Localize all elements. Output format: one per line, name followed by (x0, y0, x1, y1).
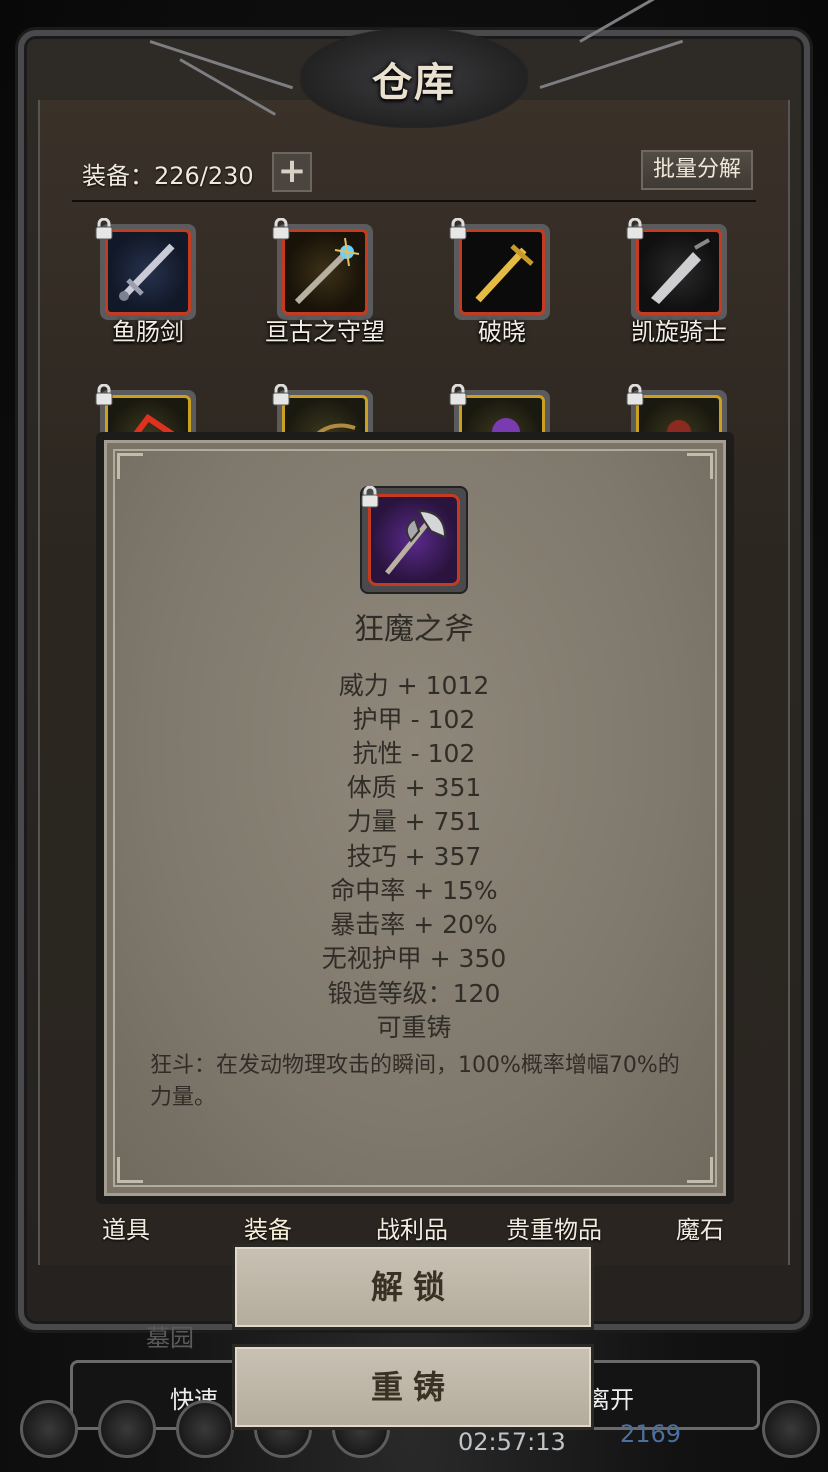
lock-icon (95, 384, 113, 406)
gear-icon[interactable] (20, 1400, 78, 1458)
tab-equipment[interactable]: 装备 (244, 1210, 292, 1245)
detail-item-slot (360, 486, 468, 594)
window-title: 仓库 (372, 59, 456, 106)
staff-icon (282, 229, 368, 315)
equipment-capacity: 装备：226/230 (82, 162, 254, 190)
header-divider (72, 200, 756, 202)
lock-icon (626, 384, 644, 406)
lock-icon (626, 218, 644, 240)
corner-ornament (117, 453, 143, 479)
stat-line: 锻造等级：120 (327, 979, 501, 1008)
item-slot[interactable] (95, 218, 196, 320)
location-label: 墓园 (146, 1324, 194, 1352)
stat-line: 体质 + 351 (346, 773, 482, 802)
reforge-label: 重铸 (370, 1368, 455, 1406)
tab-loot[interactable]: 战利品 (376, 1210, 448, 1245)
battle-axe-icon (368, 494, 460, 586)
stat-line: 抗性 - 102 (352, 739, 476, 768)
unlock-button[interactable]: 解锁 (232, 1244, 594, 1330)
timer: 02:57:13 (458, 1428, 566, 1456)
greatsword-icon (636, 229, 722, 315)
stat-line: 力量 + 751 (346, 807, 482, 836)
lock-icon (449, 218, 467, 240)
item-slot[interactable] (272, 218, 373, 320)
item-name: 凯旋骑士 (631, 318, 727, 346)
sword-icon (105, 229, 191, 315)
item-name: 破晓 (478, 318, 526, 346)
stat-line: 威力 + 1012 (338, 671, 490, 700)
gem-count: 2169 (620, 1420, 682, 1448)
stat-line: 无视护甲 + 350 (321, 944, 507, 973)
expand-capacity-button[interactable]: + (272, 152, 312, 192)
batch-dismantle-button[interactable]: 批量分解 (641, 150, 753, 190)
unlock-label: 解锁 (370, 1268, 455, 1306)
corner-ornament (687, 453, 713, 479)
stat-line: 可重铸 (376, 1013, 452, 1042)
tab-magic-stones[interactable]: 魔石 (676, 1210, 724, 1245)
lock-icon (272, 384, 290, 406)
item-name: 亘古之守望 (265, 318, 385, 346)
menu-button[interactable] (98, 1400, 156, 1458)
stat-line: 技巧 + 357 (346, 842, 482, 871)
add-gems-button[interactable] (762, 1400, 820, 1458)
stat-line: 暴击率 + 20% (330, 910, 498, 939)
golden-sword-icon (459, 229, 545, 315)
tab-valuables[interactable]: 贵重物品 (506, 1210, 602, 1245)
stat-line: 护甲 - 102 (352, 705, 476, 734)
item-name: 鱼肠剑 (112, 318, 184, 346)
item-title: 狂魔之斧 (354, 612, 474, 647)
reforge-button[interactable]: 重铸 (232, 1344, 594, 1430)
stat-line: 命中率 + 15% (330, 876, 498, 905)
menu-button[interactable] (176, 1400, 234, 1458)
lock-icon (361, 486, 379, 508)
skill-description: 狂斗：在发动物理攻击的瞬间，100%概率增幅70%的力量。 (150, 1053, 680, 1110)
tab-items[interactable]: 道具 (102, 1210, 150, 1245)
item-slot[interactable] (449, 218, 550, 320)
lock-icon (449, 384, 467, 406)
corner-ornament (117, 1157, 143, 1183)
lock-icon (95, 218, 113, 240)
corner-ornament (687, 1157, 713, 1183)
item-slot[interactable] (626, 218, 727, 320)
lock-icon (272, 218, 290, 240)
